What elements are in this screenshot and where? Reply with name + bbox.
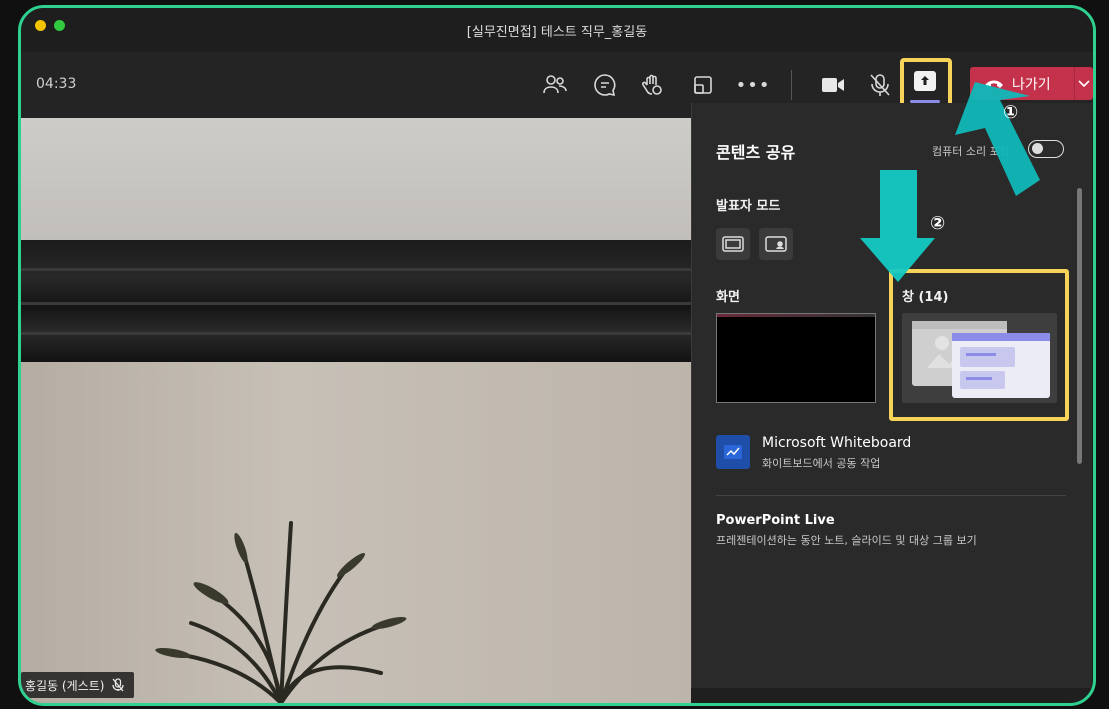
arrow-to-share-icon — [955, 82, 1040, 196]
step-2-label: ② — [930, 213, 946, 234]
arrow-to-window-icon — [860, 170, 935, 282]
step-1-label: ① — [1003, 102, 1019, 123]
annotation-overlay — [860, 82, 1040, 282]
